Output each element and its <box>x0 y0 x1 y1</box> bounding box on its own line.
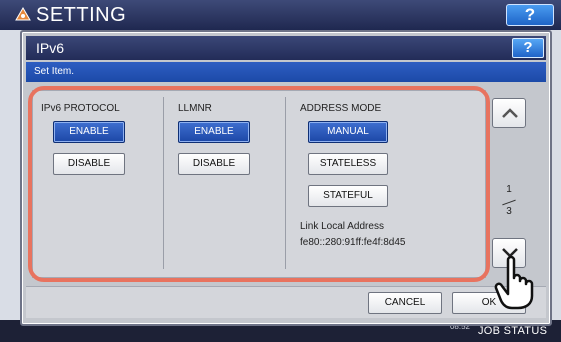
settings-icon <box>15 7 31 21</box>
ipv6-disable-button[interactable]: DISABLE <box>53 153 125 175</box>
page-up-button[interactable] <box>492 98 526 128</box>
llmnr-enable-button[interactable]: ENABLE <box>178 121 250 143</box>
dialog-title: IPv6 <box>36 40 65 56</box>
manual-button[interactable]: MANUAL <box>308 121 388 143</box>
settings-panel: IPv6 PROTOCOL ENABLE DISABLE LLMNR ENABL… <box>32 90 486 278</box>
background-header: SETTING <box>0 0 561 30</box>
page-down-button[interactable] <box>492 238 526 268</box>
address-mode-column: ADDRESS MODE MANUAL STATELESS STATEFUL L… <box>286 91 486 277</box>
dialog-subtitle: Set Item. <box>34 66 75 77</box>
screen: SETTING ? 08:52 JOB STATUS IPv6 ? Set It… <box>0 0 561 342</box>
background-title: SETTING <box>36 4 127 26</box>
current-page: 1 <box>506 184 512 195</box>
chevron-up-icon <box>502 108 518 118</box>
stateless-button[interactable]: STATELESS <box>308 153 388 175</box>
ok-button[interactable]: OK <box>452 292 526 314</box>
ipv6-protocol-label: IPv6 PROTOCOL <box>41 103 120 114</box>
dialog-subtitle-bar: Set Item. <box>26 62 546 82</box>
link-local-address-value: fe80::280:91ff:fe4f:8d45 <box>300 237 406 248</box>
llmnr-disable-button[interactable]: DISABLE <box>178 153 250 175</box>
page-navigator: 1 3 <box>492 90 532 278</box>
llmnr-label: LLMNR <box>178 103 212 114</box>
chevron-down-icon <box>502 248 518 258</box>
link-local-address-label: Link Local Address <box>300 221 384 232</box>
dialog-help-button[interactable]: ? <box>512 38 544 58</box>
ipv6-dialog: IPv6 ? Set Item. IPv6 PROTOCOL ENABLE DI… <box>20 30 552 326</box>
ipv6-protocol-column: IPv6 PROTOCOL ENABLE DISABLE <box>33 91 163 277</box>
dialog-footer: CANCEL OK <box>26 286 546 318</box>
stateful-button[interactable]: STATEFUL <box>308 185 388 207</box>
llmnr-column: LLMNR ENABLE DISABLE <box>164 91 285 277</box>
page-separator <box>502 199 516 206</box>
job-status-button[interactable]: JOB STATUS <box>478 325 547 337</box>
address-mode-label: ADDRESS MODE <box>300 103 382 114</box>
dialog-title-bar: IPv6 ? <box>26 36 546 60</box>
cancel-button[interactable]: CANCEL <box>368 292 442 314</box>
total-pages: 3 <box>506 206 512 217</box>
ipv6-enable-button[interactable]: ENABLE <box>53 121 125 143</box>
background-help-button[interactable]: ? <box>506 4 554 26</box>
